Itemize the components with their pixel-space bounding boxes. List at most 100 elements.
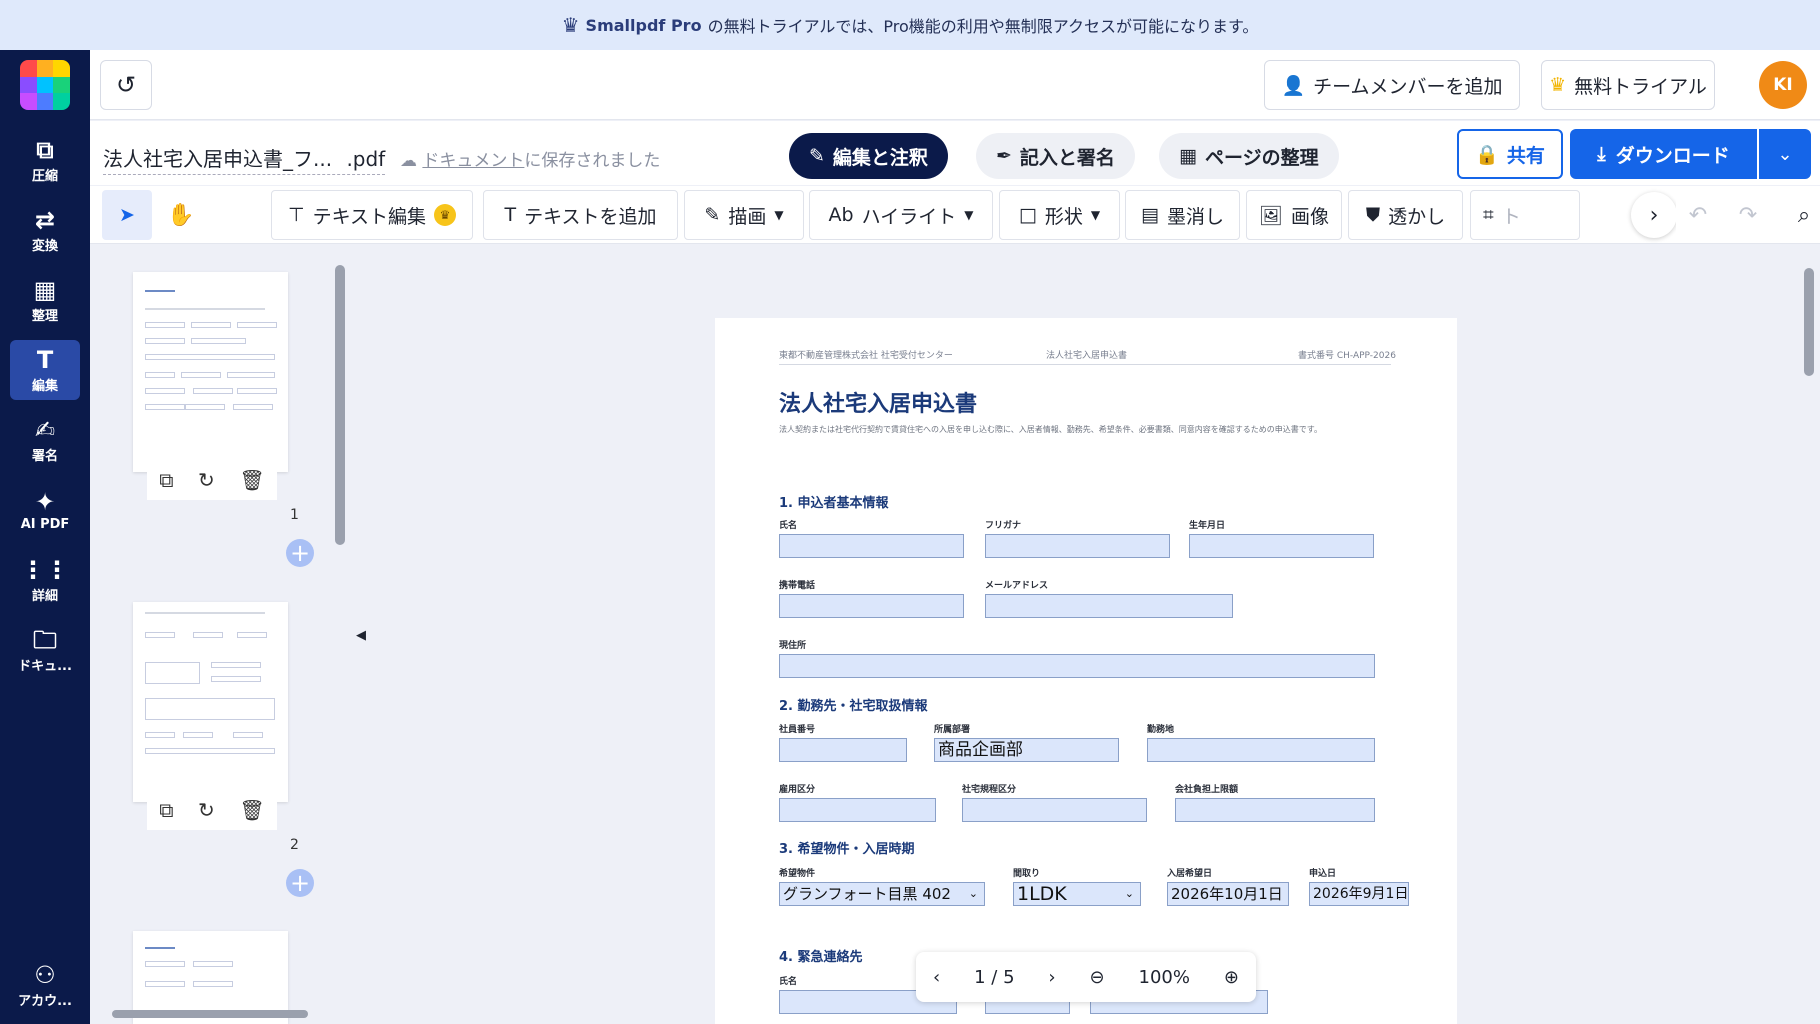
- highlight-button[interactable]: Ab ハイライト ▼: [809, 190, 993, 240]
- employment-type-field[interactable]: [779, 798, 936, 822]
- name-field[interactable]: [779, 534, 964, 558]
- back-button[interactable]: ↺: [100, 60, 152, 110]
- rotate-icon[interactable]: ↻: [198, 468, 215, 492]
- add-team-member-button[interactable]: 👤 チームメンバーを追加: [1264, 60, 1520, 110]
- next-page-button[interactable]: ›: [1048, 967, 1055, 988]
- crop-button[interactable]: ⌗ ト: [1470, 190, 1580, 240]
- layout-select[interactable]: 1LDK ⌄: [1013, 882, 1141, 906]
- page-zoom-bar: ‹ 1 / 5 › ⊖ 100% ⊕: [916, 952, 1256, 1002]
- chevron-down-icon: ⌄: [968, 887, 978, 900]
- ai-icon: ✦: [34, 487, 56, 516]
- free-trial-button[interactable]: ♛ 無料トライアル: [1541, 60, 1715, 110]
- banner-text: の無料トライアルでは、Pro機能の利用や無制限アクセスが可能になります。: [707, 17, 1259, 36]
- mobile-field[interactable]: [779, 594, 964, 618]
- field-label: 勤務地: [1147, 725, 1175, 735]
- toolbar-next-button[interactable]: ›: [1631, 192, 1677, 238]
- section-heading: 3. 希望物件・入居時期: [779, 842, 915, 857]
- field-label: 入居希望日: [1167, 869, 1213, 879]
- doc-header-left: 東都不動産管理株式会社 社宅受付センター: [779, 351, 953, 361]
- share-button[interactable]: 🔒 共有: [1457, 129, 1563, 179]
- rotate-icon[interactable]: ↻: [198, 798, 215, 822]
- undo-button[interactable]: ↶: [1676, 190, 1720, 240]
- add-page-button[interactable]: +: [286, 869, 314, 897]
- thumbnail-horizontal-scrollbar[interactable]: [112, 1010, 308, 1018]
- move-in-date-field[interactable]: 2026年10月1日: [1167, 882, 1289, 906]
- redo-button[interactable]: ↷: [1726, 190, 1770, 240]
- document-scrollbar[interactable]: [1804, 268, 1814, 376]
- add-user-icon: 👤: [1281, 74, 1306, 97]
- page-thumbnail-2[interactable]: [133, 602, 288, 802]
- sidebar-item-organize[interactable]: ▦ 整理: [10, 270, 80, 330]
- thumbnail-actions: ⧉ ↻ 🗑: [147, 460, 277, 500]
- collapse-pane-icon[interactable]: ◀: [356, 628, 366, 643]
- crown-icon: ♛: [561, 13, 580, 37]
- draw-button[interactable]: ✎ 描画 ▼: [684, 190, 804, 240]
- convert-icon: ⇄: [34, 205, 56, 234]
- sidebar-item-compress[interactable]: ⧉ 圧縮: [10, 130, 80, 190]
- sidebar-item-edit[interactable]: T 編集: [10, 340, 80, 400]
- sidebar-item-account[interactable]: ⚇ アカウ...: [10, 955, 80, 1015]
- page-thumbnail-1[interactable]: [133, 272, 288, 472]
- section-heading: 4. 緊急連絡先: [779, 950, 863, 965]
- avatar[interactable]: KI: [1759, 61, 1807, 109]
- current-page[interactable]: 1: [974, 967, 985, 988]
- sidebar-item-label: 変換: [31, 238, 58, 254]
- shape-button[interactable]: □ 形状 ▼: [999, 190, 1120, 240]
- workplace-field[interactable]: [1147, 738, 1375, 762]
- sidebar-item-label: 圧縮: [31, 168, 58, 184]
- sidebar-item-convert[interactable]: ⇄ 変換: [10, 200, 80, 260]
- search-button[interactable]: ⌕: [1782, 190, 1820, 240]
- field-label: 現住所: [779, 641, 807, 651]
- sidebar-item-documents[interactable]: 🗀 ドキュ...: [10, 620, 80, 680]
- zoom-out-button[interactable]: ⊖: [1090, 967, 1105, 988]
- field-label: 間取り: [1013, 869, 1041, 879]
- hand-tool-button[interactable]: ✋: [156, 190, 206, 240]
- watermark-button[interactable]: ⛊ 透かし: [1348, 190, 1463, 240]
- sidebar-item-more[interactable]: ⋮⋮ 詳細: [10, 550, 80, 610]
- tab-fill-sign[interactable]: ✒ 記入と署名: [976, 133, 1135, 179]
- property-select[interactable]: グランフォート目黒 402 ⌄: [779, 882, 985, 906]
- duplicate-icon[interactable]: ⧉: [159, 798, 173, 822]
- sidebar-item-sign[interactable]: ✍ 署名: [10, 410, 80, 470]
- download-button[interactable]: ⤓ ダウンロード: [1570, 129, 1757, 179]
- download-icon: ⤓: [1597, 143, 1606, 165]
- thumbnail-scrollbar[interactable]: [335, 265, 345, 545]
- redact-button[interactable]: ▤ 墨消し: [1125, 190, 1240, 240]
- duplicate-icon[interactable]: ⧉: [159, 468, 173, 492]
- furigana-field[interactable]: [985, 534, 1170, 558]
- birthdate-field[interactable]: [1189, 534, 1374, 558]
- company-limit-field[interactable]: [1175, 798, 1375, 822]
- download-options-button[interactable]: ⌄: [1759, 129, 1811, 179]
- trash-icon[interactable]: 🗑: [239, 468, 264, 492]
- zoom-level[interactable]: 100%: [1139, 967, 1190, 988]
- crop-icon: ⌗: [1483, 204, 1494, 226]
- edit-icon: T: [36, 345, 54, 374]
- add-text-label: テキストを追加: [524, 205, 657, 228]
- image-button[interactable]: 🖼 画像: [1246, 190, 1342, 240]
- document-filename[interactable]: 法人社宅入居申込書_フ... .pdf: [103, 143, 386, 175]
- address-field[interactable]: [779, 654, 1375, 678]
- smallpdf-logo[interactable]: [20, 60, 70, 110]
- zoom-in-button[interactable]: ⊕: [1224, 967, 1239, 988]
- select-tool-button[interactable]: ➤: [102, 190, 152, 240]
- document-page: 東都不動産管理株式会社 社宅受付センター 法人社宅入居申込書 書式番号 CH-A…: [715, 318, 1457, 1024]
- tab-edit-annotate[interactable]: ✎ 編集と注釈: [789, 133, 948, 179]
- saved-location-link[interactable]: ドキュメント: [422, 151, 524, 171]
- thumbnail-pane: ⧉ ↻ 🗑 1 + ⧉ ↻ 🗑 2 +: [90, 245, 350, 1024]
- employee-number-field[interactable]: [779, 738, 907, 762]
- application-date-field[interactable]: 2026年9月1日: [1309, 882, 1409, 906]
- trash-icon[interactable]: 🗑: [239, 798, 264, 822]
- field-label: 雇用区分: [779, 785, 816, 795]
- text-edit-button[interactable]: ⊤ テキスト編集 ♛: [271, 190, 473, 240]
- department-field[interactable]: 商品企画部: [934, 738, 1119, 762]
- add-page-button[interactable]: +: [286, 539, 314, 567]
- layout-value: 1LDK: [1017, 883, 1067, 905]
- sidebar-item-ai-pdf[interactable]: ✦ AI PDF: [10, 480, 80, 540]
- email-field[interactable]: [985, 594, 1233, 618]
- housing-rule-field[interactable]: [962, 798, 1147, 822]
- tab-organize-pages[interactable]: ▦ ページの整理: [1159, 133, 1339, 179]
- lock-icon: 🔒: [1475, 143, 1499, 166]
- add-text-button[interactable]: T テキストを追加: [483, 190, 678, 240]
- sidebar-item-label: 整理: [31, 308, 58, 324]
- prev-page-button[interactable]: ‹: [933, 967, 940, 988]
